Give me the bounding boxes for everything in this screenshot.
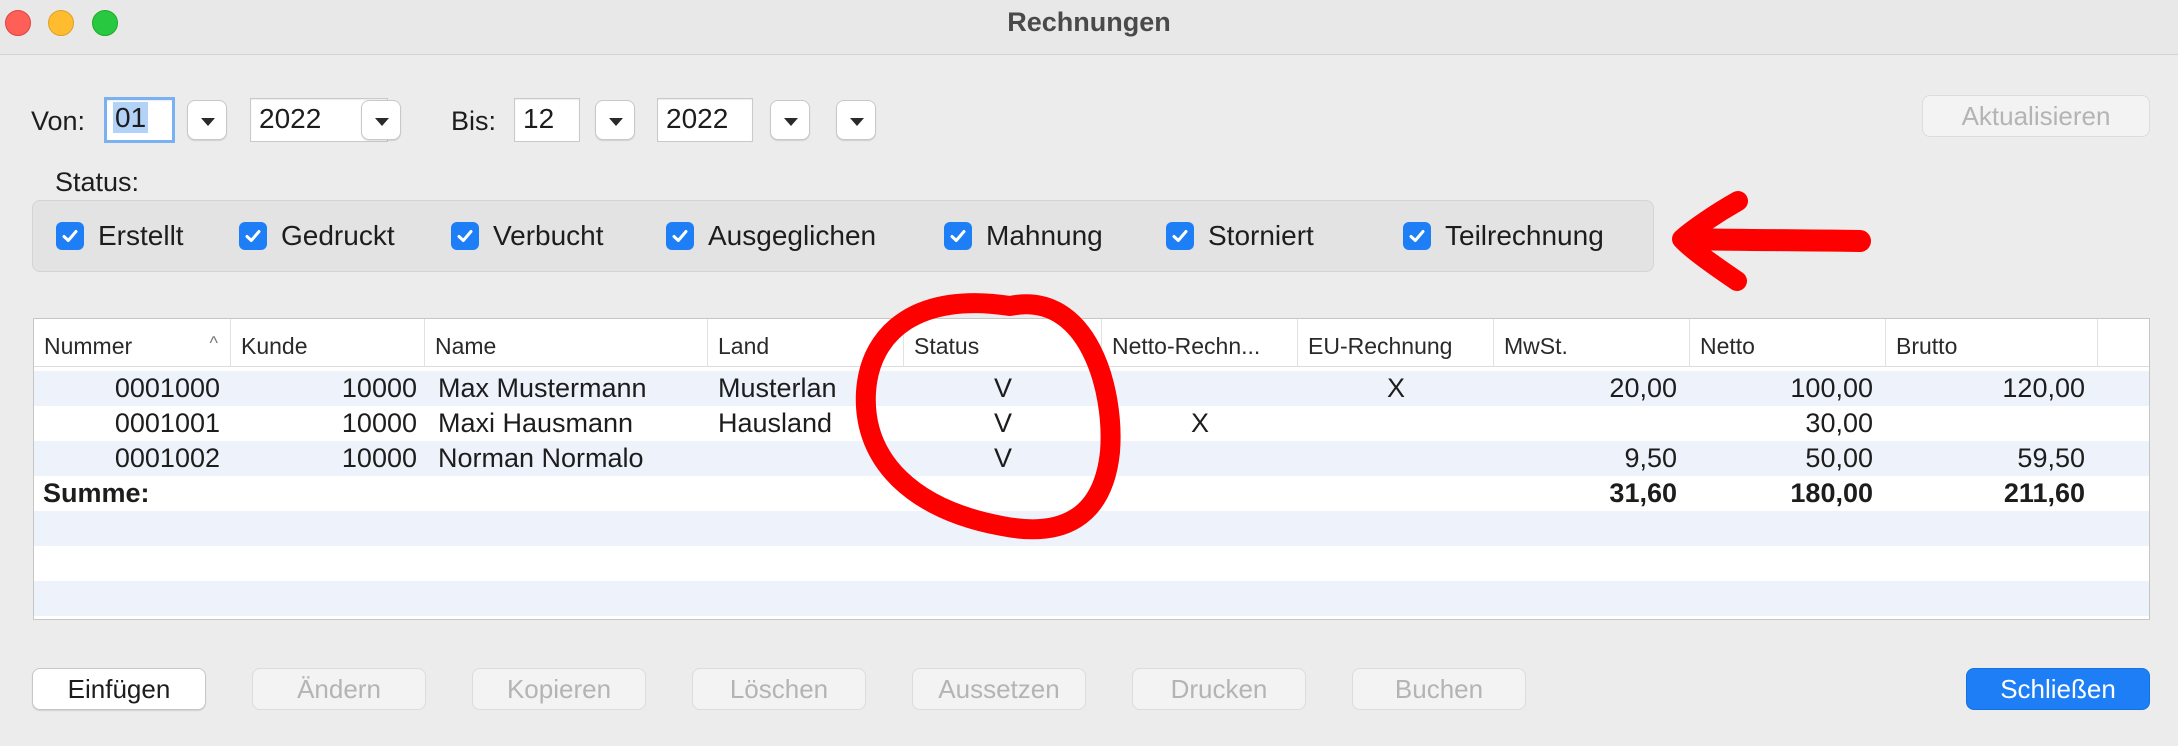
checkmark-icon bbox=[239, 222, 267, 250]
red-arrow-annotation bbox=[1672, 191, 1871, 291]
checkmark-icon bbox=[666, 222, 694, 250]
table-row[interactable]: 0001001 10000 Maxi Hausmann Hausland V X… bbox=[34, 406, 2149, 441]
status-checkbox-label: Ausgeglichen bbox=[708, 220, 877, 251]
cell-eu-rechnung bbox=[1298, 406, 1494, 441]
cell-name: Maxi Hausmann bbox=[438, 408, 634, 438]
cell-mwst: 9,50 bbox=[1624, 443, 1677, 473]
cell-netto-rechnung bbox=[1102, 371, 1298, 406]
cell-brutto bbox=[1886, 406, 2085, 441]
cell-kunde: 10000 bbox=[341, 443, 417, 473]
insert-button[interactable]: Einfügen bbox=[32, 668, 206, 710]
column-header-eu-rechnung[interactable]: EU-Rechnung bbox=[1298, 319, 1494, 367]
checkmark-icon bbox=[56, 222, 84, 250]
title-bar: Rechnungen bbox=[0, 0, 2178, 55]
edit-button[interactable]: Ändern bbox=[252, 668, 426, 710]
bis-label: Bis: bbox=[451, 106, 497, 136]
cell-brutto: 59,50 bbox=[2017, 443, 2085, 473]
cell-netto: 50,00 bbox=[1805, 443, 1873, 473]
bis-month-field[interactable]: 12 bbox=[514, 98, 580, 142]
delete-button[interactable]: Löschen bbox=[692, 668, 866, 710]
cell-netto-rechnung: X bbox=[1190, 408, 1209, 438]
cell-land: Musterlan bbox=[718, 373, 837, 403]
status-checkbox-ausgeglichen[interactable]: Ausgeglichen bbox=[666, 219, 876, 253]
status-checkbox-label: Storniert bbox=[1208, 220, 1314, 251]
von-month-dropdown-button[interactable] bbox=[187, 100, 227, 140]
column-header-mwst[interactable]: MwSt. bbox=[1494, 319, 1690, 367]
extra-dropdown-button[interactable] bbox=[836, 100, 876, 140]
table-row[interactable]: 0001000 10000 Max Mustermann Musterlan V… bbox=[34, 371, 2149, 406]
cell-netto-rechnung bbox=[1102, 441, 1298, 476]
cell-nummer: 0001000 bbox=[114, 373, 220, 403]
book-button[interactable]: Buchen bbox=[1352, 668, 1526, 710]
column-header-nummer[interactable]: Nummer ^ bbox=[34, 319, 231, 367]
status-checkbox-mahnung[interactable]: Mahnung bbox=[944, 219, 1103, 253]
cell-mwst bbox=[1494, 406, 1677, 441]
status-checkbox-storniert[interactable]: Storniert bbox=[1166, 219, 1314, 253]
von-month-value: 01 bbox=[113, 102, 149, 133]
cell-mwst: 20,00 bbox=[1609, 373, 1677, 403]
summary-row[interactable]: Summe: 31,60 180,00 211,60 bbox=[34, 476, 2149, 511]
copy-button[interactable]: Kopieren bbox=[472, 668, 646, 710]
cell-land: Hausland bbox=[718, 408, 833, 438]
bis-year-field[interactable]: 2022 bbox=[657, 98, 753, 142]
cell-land bbox=[718, 441, 904, 476]
cell-kunde: 10000 bbox=[341, 408, 417, 438]
invoice-table[interactable]: Nummer ^ Kunde Name Land Status Netto-Rec… bbox=[33, 318, 2150, 620]
summary-brutto: 211,60 bbox=[2003, 478, 2085, 508]
column-header-land[interactable]: Land bbox=[708, 319, 904, 367]
status-checkbox-verbucht[interactable]: Verbucht bbox=[451, 219, 604, 253]
summary-mwst: 31,60 bbox=[1609, 478, 1677, 508]
sort-ascending-icon: ^ bbox=[209, 333, 218, 353]
cell-name: Norman Normalo bbox=[438, 443, 644, 473]
checkmark-icon bbox=[944, 222, 972, 250]
column-header-netto[interactable]: Netto bbox=[1690, 319, 1886, 367]
column-header-name[interactable]: Name bbox=[425, 319, 708, 367]
cell-netto: 100,00 bbox=[1790, 373, 1873, 403]
status-checkbox-label: Teilrechnung bbox=[1445, 220, 1604, 251]
status-checkbox-label: Erstellt bbox=[98, 220, 184, 251]
cell-brutto: 120,00 bbox=[2002, 373, 2085, 403]
table-row[interactable]: 0001002 10000 Norman Normalo V 9,50 50,0… bbox=[34, 441, 2149, 476]
column-header-status[interactable]: Status bbox=[904, 319, 1102, 367]
cell-netto: 30,00 bbox=[1805, 408, 1873, 438]
close-button[interactable]: Schließen bbox=[1966, 668, 2150, 710]
column-header-brutto[interactable]: Brutto bbox=[1886, 319, 2098, 367]
cell-status: V bbox=[993, 408, 1012, 438]
summary-netto: 180,00 bbox=[1790, 478, 1873, 508]
column-header-kunde[interactable]: Kunde bbox=[231, 319, 425, 367]
status-checkbox-label: Mahnung bbox=[986, 220, 1103, 251]
status-checkbox-label: Gedruckt bbox=[281, 220, 395, 251]
suspend-button[interactable]: Aussetzen bbox=[912, 668, 1086, 710]
status-checkbox-teilrechnung[interactable]: Teilrechnung bbox=[1403, 219, 1604, 253]
window-title: Rechnungen bbox=[1007, 7, 1171, 37]
empty-row bbox=[34, 546, 2149, 581]
bis-month-dropdown-button[interactable] bbox=[595, 100, 635, 140]
cell-kunde: 10000 bbox=[341, 373, 417, 403]
bis-year-dropdown-button[interactable] bbox=[770, 100, 810, 140]
print-button[interactable]: Drucken bbox=[1132, 668, 1306, 710]
cell-status: V bbox=[993, 373, 1012, 403]
status-label: Status: bbox=[55, 167, 140, 197]
checkmark-icon bbox=[1166, 222, 1194, 250]
checkmark-icon bbox=[1403, 222, 1431, 250]
von-month-field[interactable]: 01 bbox=[104, 97, 175, 143]
cell-name: Max Mustermann bbox=[438, 373, 647, 403]
summary-label: Summe: bbox=[43, 478, 150, 508]
cell-nummer: 0001002 bbox=[114, 443, 220, 473]
cell-eu-rechnung: X bbox=[1386, 373, 1405, 403]
refresh-button[interactable]: Aktualisieren bbox=[1922, 95, 2150, 137]
von-label: Von: bbox=[31, 106, 86, 136]
status-checkbox-label: Verbucht bbox=[493, 220, 604, 251]
empty-row bbox=[34, 511, 2149, 546]
status-checkbox-erstellt[interactable]: Erstellt bbox=[56, 219, 184, 253]
von-year-dropdown-button[interactable] bbox=[361, 100, 401, 140]
table-header: Nummer ^ Kunde Name Land Status Netto-Rec… bbox=[34, 319, 2149, 367]
status-checkbox-gedruckt[interactable]: Gedruckt bbox=[239, 219, 395, 253]
cell-nummer: 0001001 bbox=[114, 408, 220, 438]
empty-row bbox=[34, 581, 2149, 616]
checkmark-icon bbox=[451, 222, 479, 250]
cell-status: V bbox=[993, 443, 1012, 473]
cell-eu-rechnung bbox=[1298, 441, 1494, 476]
column-header-netto-rechnung[interactable]: Netto-Rechn... bbox=[1102, 319, 1298, 367]
